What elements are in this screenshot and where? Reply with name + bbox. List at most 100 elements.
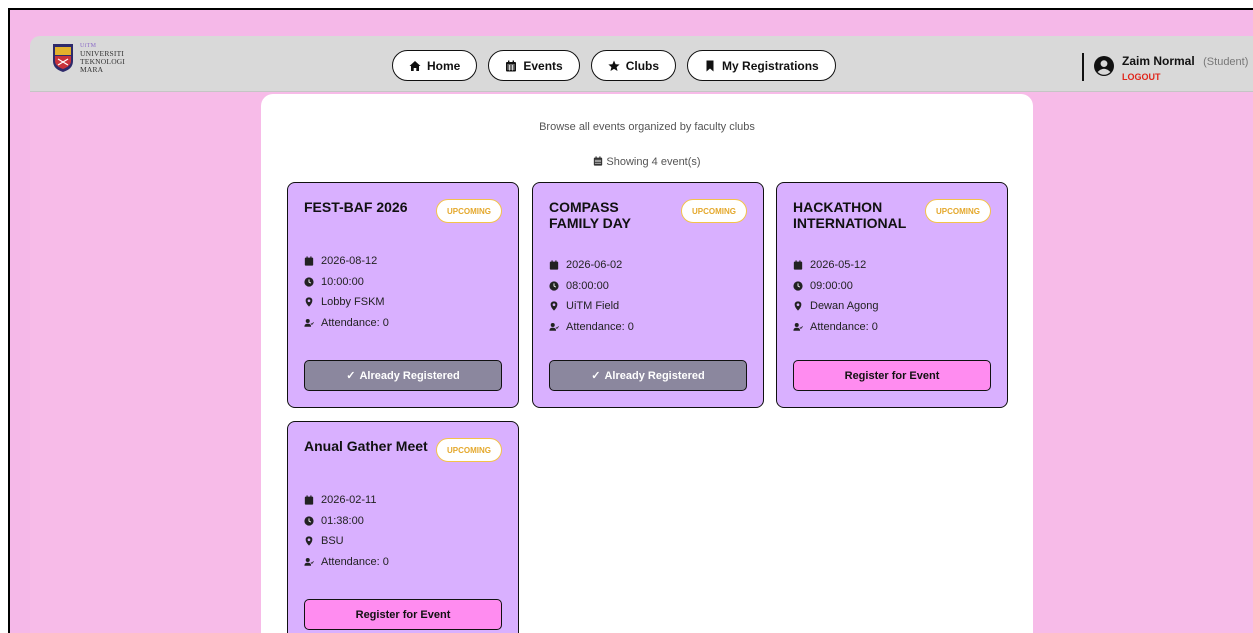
event-time-text: 10:00:00 <box>321 276 364 288</box>
event-title: FEST-BAF 2026 <box>304 199 408 215</box>
nav-clubs-button[interactable]: Clubs <box>590 50 677 81</box>
logo-line-3: MARA <box>80 65 104 74</box>
calendar-icon <box>506 60 517 71</box>
event-attendance: Attendance: 0 <box>304 317 389 329</box>
event-date-text: 2026-06-02 <box>566 259 623 271</box>
event-card: Anual Gather Meet UPCOMING 2026-02-11 01… <box>287 421 519 633</box>
status-badge: UPCOMING <box>436 199 502 223</box>
nav-home-label: Home <box>427 58 461 73</box>
user-role: (Student) <box>1203 56 1249 68</box>
event-location-text: UiTM Field <box>566 300 620 312</box>
app-window: UiTM UNIVERSITI TEKNOLOGI MARA Home Even… <box>30 36 1253 633</box>
event-time: 08:00:00 <box>549 280 609 292</box>
user-check-icon <box>793 323 803 331</box>
event-attendance-text: Attendance: 0 <box>810 321 878 333</box>
event-date-text: 2026-05-12 <box>810 259 867 271</box>
events-panel: Browse all events organized by faculty c… <box>261 94 1033 633</box>
location-pin-icon <box>305 536 313 546</box>
event-date: 2026-02-11 <box>304 494 376 506</box>
user-check-icon <box>304 558 314 566</box>
location-pin-icon <box>305 297 313 307</box>
clock-icon <box>549 281 559 291</box>
event-title: HACKATHON INTERNATIONAL <box>793 199 907 231</box>
register-for-event-button[interactable]: Register for Event <box>304 599 502 630</box>
event-time-text: 09:00:00 <box>810 280 853 292</box>
event-location-text: Lobby FSKM <box>321 296 385 308</box>
user-menu: Zaim Normal (Student) LOGOUT <box>1094 52 1248 82</box>
calendar-icon <box>304 256 314 266</box>
event-location: BSU <box>304 535 344 547</box>
user-avatar-icon[interactable] <box>1094 56 1114 76</box>
already-registered-label: Already Registered <box>359 369 460 382</box>
page-subtitle: Browse all events organized by faculty c… <box>539 121 755 133</box>
nav-clubs-label: Clubs <box>625 58 660 73</box>
nav-events-button[interactable]: Events <box>488 50 580 81</box>
location-pin-icon <box>794 301 802 311</box>
event-date: 2026-06-02 <box>549 259 622 271</box>
event-attendance: Attendance: 0 <box>549 321 634 333</box>
event-time: 10:00:00 <box>304 276 364 288</box>
event-title: Anual Gather Meet <box>304 438 428 454</box>
event-location-text: Dewan Agong <box>810 300 879 312</box>
event-location: Lobby FSKM <box>304 296 385 308</box>
event-date-text: 2026-02-11 <box>321 494 377 506</box>
star-icon <box>608 60 620 71</box>
event-attendance: Attendance: 0 <box>793 321 878 333</box>
register-for-event-label: Register for Event <box>355 608 451 621</box>
calendar-icon <box>549 260 559 270</box>
event-count: Showing 4 event(s) <box>261 156 1033 168</box>
clock-icon <box>793 281 803 291</box>
user-name: Zaim Normal <box>1122 54 1195 68</box>
event-location-text: BSU <box>321 535 344 547</box>
clock-icon <box>304 277 314 287</box>
nav-my-registrations-button[interactable]: My Registrations <box>687 50 836 81</box>
navbar: UiTM UNIVERSITI TEKNOLOGI MARA Home Even… <box>30 36 1253 92</box>
event-date-text: 2026-08-12 <box>321 255 378 267</box>
status-badge: UPCOMING <box>925 199 991 223</box>
event-location: Dewan Agong <box>793 300 879 312</box>
nav-events-label: Events <box>523 58 563 73</box>
uitm-logo[interactable]: UiTM UNIVERSITI TEKNOLOGI MARA <box>52 42 125 74</box>
event-time-text: 01:38:00 <box>321 515 364 527</box>
check-icon: ✓ <box>346 370 356 382</box>
event-time-text: 08:00:00 <box>566 280 609 292</box>
event-attendance-text: Attendance: 0 <box>566 321 634 333</box>
already-registered-button[interactable]: ✓ Already Registered <box>549 360 747 391</box>
nav-divider <box>1082 53 1084 81</box>
main-nav: Home Events Clubs My Registrations <box>392 50 836 81</box>
event-card: FEST-BAF 2026 UPCOMING 2026-08-12 10:00:… <box>287 182 519 408</box>
status-badge: UPCOMING <box>681 199 747 223</box>
already-registered-label: Already Registered <box>604 369 705 382</box>
calendar-icon <box>594 156 603 166</box>
location-pin-icon <box>550 301 558 311</box>
crest-icon <box>53 44 73 72</box>
home-icon <box>409 60 421 71</box>
event-date: 2026-05-12 <box>793 259 866 271</box>
event-card: HACKATHON INTERNATIONAL UPCOMING 2026-05… <box>776 182 1008 408</box>
event-time: 01:38:00 <box>304 515 364 527</box>
already-registered-button[interactable]: ✓ Already Registered <box>304 360 502 391</box>
status-badge: UPCOMING <box>436 438 502 462</box>
event-attendance-text: Attendance: 0 <box>321 556 389 568</box>
screen-frame: UiTM UNIVERSITI TEKNOLOGI MARA Home Even… <box>8 8 1253 633</box>
event-attendance-text: Attendance: 0 <box>321 317 389 329</box>
event-location: UiTM Field <box>549 300 619 312</box>
event-title: COMPASS FAMILY DAY <box>549 199 631 231</box>
nav-home-button[interactable]: Home <box>392 50 478 81</box>
event-count-text: Showing 4 event(s) <box>606 156 701 168</box>
calendar-icon <box>793 260 803 270</box>
register-for-event-label: Register for Event <box>844 369 940 382</box>
calendar-icon <box>304 495 314 505</box>
event-attendance: Attendance: 0 <box>304 556 389 568</box>
nav-my-registrations-label: My Registrations <box>722 58 819 73</box>
bookmark-icon <box>706 60 714 71</box>
check-icon: ✓ <box>591 370 601 382</box>
clock-icon <box>304 516 314 526</box>
user-check-icon <box>549 323 559 331</box>
event-date: 2026-08-12 <box>304 255 377 267</box>
event-time: 09:00:00 <box>793 280 853 292</box>
logout-link[interactable]: LOGOUT <box>1122 72 1248 82</box>
event-card: COMPASS FAMILY DAY UPCOMING 2026-06-02 0… <box>532 182 764 408</box>
user-check-icon <box>304 319 314 327</box>
register-for-event-button[interactable]: Register for Event <box>793 360 991 391</box>
